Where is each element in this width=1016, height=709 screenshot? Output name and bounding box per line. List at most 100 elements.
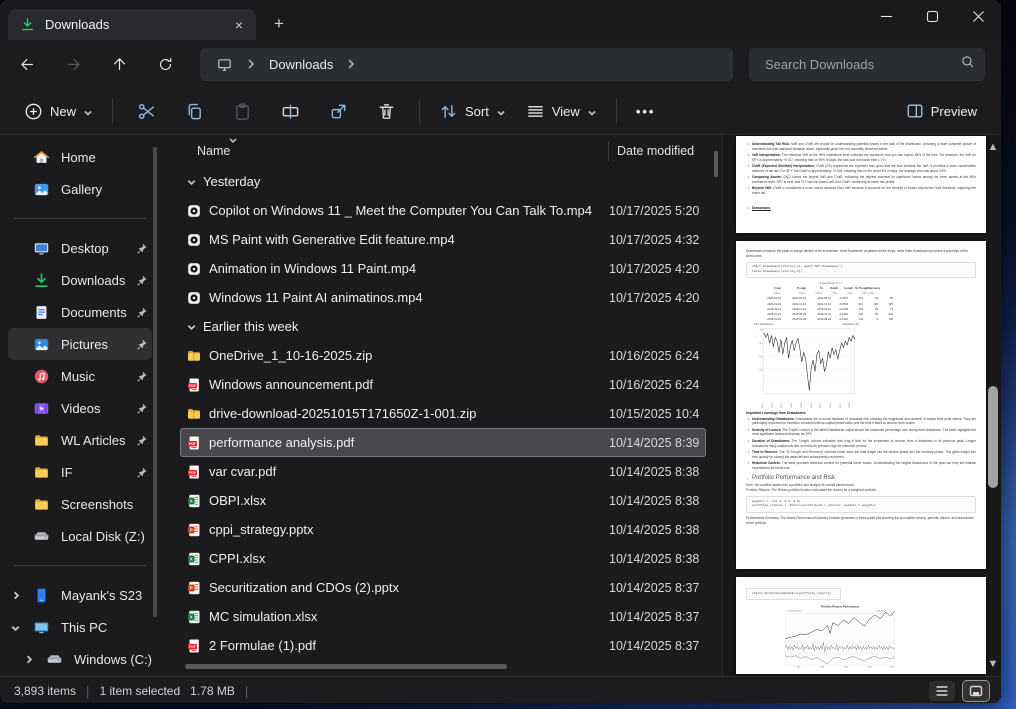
sidebar-item[interactable]: Screenshots	[8, 488, 152, 520]
cut-button[interactable]	[126, 93, 166, 129]
svg-text:2016: 2016	[797, 666, 801, 668]
group-collapse-icon[interactable]	[186, 321, 197, 332]
sidebar-item[interactable]	[14, 565, 146, 566]
file-list-vertical-scrollbar[interactable]	[714, 151, 718, 177]
search-box[interactable]	[749, 47, 985, 81]
file-row[interactable]: Copilot on Windows 11 _ Meet the Compute…	[180, 196, 706, 225]
breadcrumb-chevron-icon[interactable]	[245, 58, 257, 70]
sidebar-item[interactable]: Videos	[8, 392, 152, 424]
preview-scrollbar-thumb[interactable]	[988, 386, 998, 488]
scroll-up-icon[interactable]: ▲	[987, 141, 999, 153]
sidebar-item[interactable]: Local Disk (Z:)	[8, 520, 152, 552]
address-bar[interactable]: Downloads	[200, 47, 733, 81]
file-row[interactable]: Windows 11 Paint AI animatinos.mp4 10/17…	[180, 283, 706, 312]
sidebar-item[interactable]: Music	[8, 360, 152, 392]
paste-button[interactable]	[222, 93, 262, 129]
share-button[interactable]	[318, 93, 358, 129]
expand-chevron-icon[interactable]	[10, 590, 21, 601]
file-type-icon	[186, 522, 202, 538]
file-row[interactable]: var cvar.pdf 10/14/2025 8:38	[180, 457, 706, 486]
explorer-tab-downloads[interactable]: Downloads ×	[8, 9, 256, 40]
sidebar-item-label: IF	[61, 464, 73, 480]
sidebar-item[interactable]: Pictures	[8, 328, 152, 360]
file-row[interactable]: 2 Formulae (1).pdf 10/14/2025 8:37	[180, 631, 706, 660]
sidebar-item[interactable]: Documents	[8, 296, 152, 328]
back-button[interactable]	[10, 48, 44, 80]
file-date-modified: 10/14/2025 8:37	[609, 638, 700, 653]
expand-chevron-icon[interactable]	[23, 654, 34, 665]
sidebar-item[interactable]: Gallery	[8, 173, 152, 205]
file-type-icon	[186, 551, 202, 567]
column-headers: Name Date modified	[160, 135, 722, 167]
preview-bullet: Time to Recover: The 'To Trough' and 'Re…	[748, 450, 976, 460]
delete-button[interactable]	[366, 93, 406, 129]
up-button[interactable]	[102, 48, 136, 80]
view-label: View	[551, 103, 580, 119]
file-row[interactable]: drive-download-20251015T171650Z-1-001.zi…	[180, 399, 706, 428]
file-row[interactable]: Earlier this week	[180, 312, 706, 341]
sidebar-item[interactable]: WL Articles	[8, 424, 152, 456]
file-list: Name Date modified Yesterday Copilot on …	[160, 135, 722, 676]
navigation-bar: Downloads	[0, 40, 1001, 88]
file-row[interactable]: OBPI.xlsx 10/14/2025 8:38	[180, 486, 706, 515]
file-type-icon	[186, 580, 202, 596]
file-row[interactable]: Animation in Windows 11 Paint.mp4 10/17/…	[180, 254, 706, 283]
preview-page-2: Drawdowns measure the peak-to-trough dec…	[736, 241, 986, 569]
sidebar-item-icon	[33, 464, 50, 481]
sidebar-item[interactable]: Windows (C:)	[8, 643, 152, 675]
tab-close-icon[interactable]: ×	[230, 16, 248, 34]
scroll-down-icon[interactable]: ▼	[987, 658, 999, 670]
search-input[interactable]	[763, 55, 960, 73]
see-more-button[interactable]: •••	[626, 97, 666, 126]
status-bar: 3,893 items | 1 item selected 1.78 MB |	[0, 676, 1001, 703]
sidebar-item-icon	[33, 304, 50, 321]
copy-button[interactable]	[174, 93, 214, 129]
sidebar-item[interactable]: IF	[8, 456, 152, 488]
preview-toggle-button[interactable]: Preview	[896, 95, 987, 127]
preview-bullet: Understanding Drawdowns: Drawdowns are a…	[748, 417, 976, 427]
column-header-name[interactable]: Name	[197, 144, 608, 158]
details-view-toggle[interactable]	[929, 681, 955, 701]
minimize-button[interactable]	[863, 0, 909, 32]
file-list-horizontal-scrollbar[interactable]	[185, 664, 507, 669]
sidebar-item-icon	[33, 368, 50, 385]
sort-button[interactable]: Sort	[429, 95, 516, 128]
close-button[interactable]	[955, 0, 1001, 32]
file-row[interactable]: Securitization and CDOs (2).pptx 10/14/2…	[180, 573, 706, 602]
breadcrumb-chevron-icon[interactable]	[345, 58, 357, 70]
pin-icon	[137, 242, 147, 254]
sidebar-item[interactable]: Home	[8, 141, 152, 173]
sidebar-item[interactable]	[14, 218, 146, 219]
sidebar-item[interactable]: Mayank's S23	[8, 579, 152, 611]
new-tab-button[interactable]: +	[266, 12, 292, 36]
maximize-button[interactable]	[909, 0, 955, 32]
rename-button[interactable]	[270, 93, 310, 129]
sidebar-scrollbar[interactable]	[153, 147, 157, 617]
large-icons-view-toggle[interactable]	[963, 681, 989, 701]
file-row[interactable]: MS Paint with Generative Edit feature.mp…	[180, 225, 706, 254]
refresh-button[interactable]	[148, 48, 182, 80]
column-header-date-modified[interactable]: Date modified	[608, 141, 722, 161]
forward-button[interactable]	[56, 48, 90, 80]
file-row[interactable]: performance analysis.pdf 10/14/2025 8:39	[180, 428, 706, 457]
sidebar-item[interactable]: This PC	[8, 611, 152, 643]
sidebar-item-label: Documents	[61, 304, 127, 320]
preview-scrollbar[interactable]: ▲ ▼	[985, 135, 1001, 676]
new-button[interactable]: New	[14, 95, 103, 128]
file-row[interactable]: Windows announcement.pdf 10/16/2025 6:24	[180, 370, 706, 399]
breadcrumb-downloads[interactable]: Downloads	[265, 55, 337, 74]
file-row[interactable]: OneDrive_1_10-16-2025.zip 10/16/2025 6:2…	[180, 341, 706, 370]
expand-chevron-icon[interactable]	[10, 622, 21, 633]
view-button[interactable]: View	[516, 95, 607, 128]
sidebar-item[interactable]: Desktop	[8, 232, 152, 264]
file-row[interactable]: CPPI.xlsx 10/14/2025 8:38	[180, 544, 706, 573]
file-row[interactable]: cppi_strategy.pptx 10/14/2025 8:38	[180, 515, 706, 544]
sidebar-item[interactable]: Downloads	[8, 264, 152, 296]
group-label: Yesterday	[203, 174, 261, 189]
file-row[interactable]: MC simulation.xlsx 10/14/2025 8:37	[180, 602, 706, 631]
selection-count: 1 item selected	[99, 684, 181, 698]
svg-text:2018: 2018	[820, 666, 824, 668]
group-collapse-icon[interactable]	[186, 176, 197, 187]
this-pc-icon[interactable]	[216, 56, 233, 73]
file-row[interactable]: Yesterday	[180, 167, 706, 196]
